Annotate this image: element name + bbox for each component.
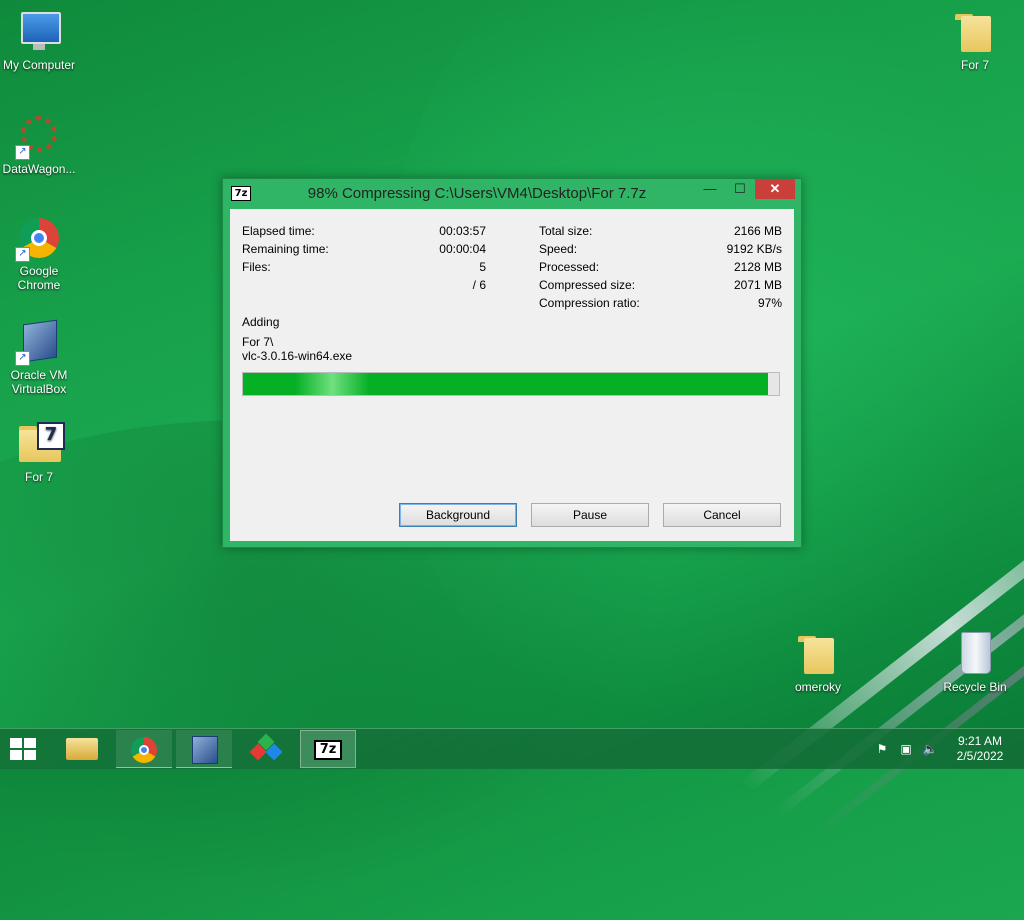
7zip-folder-icon: 7 [15, 420, 65, 468]
taskbar-chrome[interactable] [116, 730, 172, 768]
desktop-icon-virtualbox[interactable]: ↗ Oracle VM VirtualBox [0, 318, 81, 396]
desktop-icon-for7-folder[interactable]: For 7 [933, 8, 1017, 72]
desktop-icon-label: For 7 [960, 58, 989, 72]
desktop-icon-for7-archive[interactable]: 7 For 7 [0, 420, 81, 484]
close-button[interactable]: ✕ [755, 179, 795, 199]
files-value: 5 [479, 260, 486, 274]
cancel-button[interactable]: Cancel [663, 503, 781, 527]
compression-ratio-label: Compression ratio: [539, 296, 640, 310]
network-icon[interactable]: ▣ [898, 741, 914, 757]
compressed-size-label: Compressed size: [539, 278, 636, 292]
maximize-button[interactable]: ☐ [725, 179, 755, 199]
taskbar-app-cubes[interactable] [238, 730, 294, 768]
virtualbox-icon: ↗ [15, 318, 63, 366]
desktop-icon-label: Google Chrome [17, 264, 61, 292]
computer-icon [15, 8, 63, 56]
background-button-label: Background [425, 508, 491, 522]
status-label: Adding [242, 315, 280, 329]
speed-value: 9192 KB/s [726, 242, 782, 256]
taskbar-virtualbox[interactable] [176, 730, 232, 768]
taskbar-clock[interactable]: 9:21 AM 2/5/2022 [940, 734, 1020, 764]
clock-date: 2/5/2022 [956, 749, 1004, 763]
elapsed-time-label: Elapsed time: [242, 224, 315, 238]
chrome-icon: ↗ [15, 214, 63, 262]
dialog-client-area: Elapsed time: 00:03:57 Remaining time: 0… [230, 209, 794, 541]
processed-value: 2128 MB [733, 260, 782, 274]
shortcut-arrow-icon: ↗ [15, 351, 30, 366]
desktop-icon-datawagon[interactable]: ↗ DataWagon... [0, 112, 81, 176]
desktop-icon-omeroky[interactable]: omeroky [776, 630, 860, 694]
files-label: Files: [242, 260, 271, 274]
processed-label: Processed: [539, 260, 600, 274]
app-cubes-icon [249, 733, 283, 764]
folder-icon [794, 630, 842, 678]
current-file: vlc-3.0.16-win64.exe [242, 349, 353, 363]
speed-label: Speed: [539, 242, 578, 256]
progress-bar [242, 372, 780, 396]
action-center-flag-icon[interactable]: ⚑ [874, 741, 890, 757]
title-bar[interactable]: 7z 98% Compressing C:\Users\VM4\Desktop\… [223, 179, 801, 207]
shortcut-arrow-icon: ↗ [15, 247, 30, 262]
desktop-icon-label: Recycle Bin [943, 680, 1007, 694]
elapsed-time-value: 00:03:57 [439, 224, 486, 238]
clock-time: 9:21 AM [957, 734, 1003, 748]
desktop-icon-google-chrome[interactable]: ↗ Google Chrome [0, 214, 81, 292]
volume-muted-icon[interactable]: 🔈 [922, 741, 938, 757]
7zip-icon: 7z [314, 740, 342, 760]
taskbar: 7z ⚑ ▣ 🔈 9:21 AM 2/5/2022 [0, 728, 1024, 769]
recycle-bin-icon [951, 630, 999, 678]
taskbar-file-explorer[interactable] [54, 730, 110, 768]
remaining-time-value: 00:00:04 [439, 242, 486, 256]
minimize-button[interactable]: — [695, 179, 725, 199]
files-total-value: / 6 [472, 278, 486, 292]
cancel-button-label: Cancel [703, 508, 741, 522]
compression-ratio-value: 97% [757, 296, 782, 310]
7zip-app-icon[interactable]: 7z [231, 186, 251, 201]
compress-progress-dialog: 7z 98% Compressing C:\Users\VM4\Desktop\… [222, 178, 802, 548]
desktop-icon-label: Oracle VM VirtualBox [10, 368, 68, 396]
pause-button-label: Pause [572, 508, 608, 522]
desktop-icon-label: My Computer [2, 58, 76, 72]
folder-icon [951, 8, 999, 56]
datawagon-gear-icon: ↗ [15, 112, 63, 160]
desktop-icon-recycle-bin[interactable]: Recycle Bin [933, 630, 1017, 694]
desktop-icon-label: omeroky [794, 680, 841, 694]
window-title: 98% Compressing C:\Users\VM4\Desktop\For… [307, 185, 647, 202]
total-size-label: Total size: [539, 224, 593, 238]
background-button[interactable]: Background [399, 503, 517, 527]
desktop-icon-label: DataWagon... [2, 162, 76, 176]
total-size-value: 2166 MB [733, 224, 782, 238]
virtualbox-icon [192, 736, 218, 764]
file-explorer-icon [66, 738, 98, 760]
remaining-time-label: Remaining time: [242, 242, 329, 256]
compressed-size-value: 2071 MB [733, 278, 782, 292]
chrome-icon [131, 737, 157, 763]
shortcut-arrow-icon: ↗ [15, 145, 30, 160]
7zip-icon-label: 7z [319, 742, 337, 757]
pause-button[interactable]: Pause [531, 503, 649, 527]
current-folder: For 7\ [242, 335, 274, 349]
desktop-icon-my-computer[interactable]: My Computer [0, 8, 81, 72]
start-button[interactable] [10, 738, 38, 762]
progress-fill [243, 373, 769, 395]
taskbar-7zip[interactable]: 7z [300, 730, 356, 768]
desktop-icon-label: For 7 [24, 470, 53, 484]
